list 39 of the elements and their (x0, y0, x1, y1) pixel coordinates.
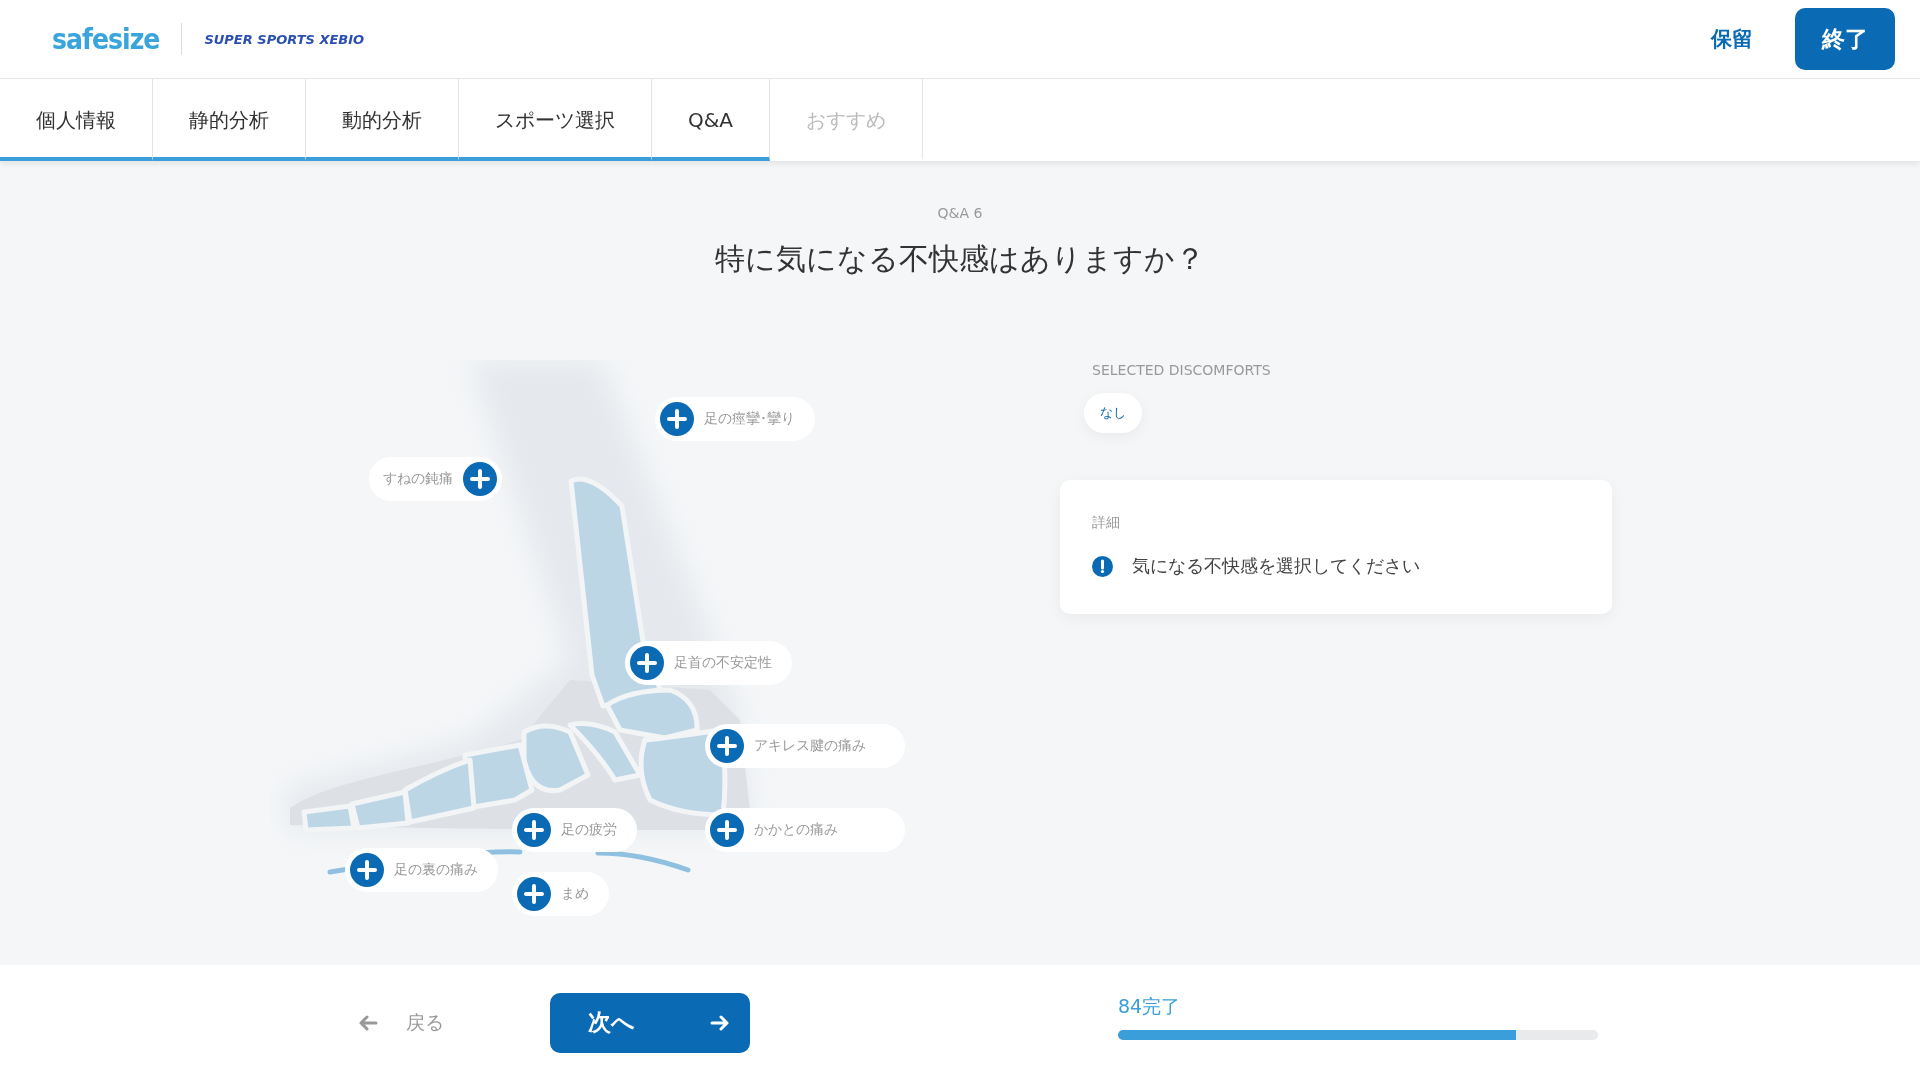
safesize-logo: safesize (52, 22, 160, 56)
discomfort-pin[interactable]: アキレス腱の痛み (705, 724, 905, 768)
partner-logo: SUPER SPORTS XEBIO (204, 31, 365, 47)
plus-icon (463, 462, 497, 496)
plus-icon (660, 402, 694, 436)
foot-bone (521, 723, 591, 794)
tab[interactable]: 動的分析 (306, 79, 459, 161)
progress-label: 84完了 (1118, 993, 1182, 1019)
discomfort-pin[interactable]: 足の裏の痛み (345, 848, 498, 892)
question-title: 特に気になる不快感はありますか？ (715, 240, 1205, 278)
discomfort-pin[interactable]: まめ (512, 872, 609, 916)
discomfort-chip: なし (1084, 393, 1142, 433)
hold-button[interactable]: 保留 (1711, 21, 1753, 57)
detail-heading: 詳細 (1092, 514, 1121, 532)
tab[interactable]: Q&A (652, 79, 771, 161)
plus-icon (517, 813, 551, 847)
discomfort-pin[interactable]: かかとの痛み (705, 808, 905, 852)
finish-button[interactable]: 終了 (1795, 8, 1895, 70)
plus-icon (710, 729, 744, 763)
plus-icon (710, 813, 744, 847)
foot-bone (301, 803, 357, 833)
back-button[interactable]: 戻る (352, 1008, 450, 1037)
arrow-left-icon (358, 1014, 378, 1031)
next-button[interactable]: 次へ (550, 992, 750, 1053)
discomfort-pin[interactable]: すねの鈍痛 (369, 457, 502, 501)
detail-message: 気になる不快感を選択してください (1132, 554, 1420, 578)
tab[interactable]: 個人情報 (0, 79, 153, 161)
plus-icon (630, 646, 664, 680)
arrow-right-icon (710, 1013, 730, 1032)
question-step: Q&A 6 (937, 205, 983, 221)
tab[interactable]: 静的分析 (153, 79, 306, 161)
tab[interactable]: スポーツ選択 (459, 79, 652, 161)
section-heading: SELECTED DISCOMFORTS (1092, 362, 1271, 378)
discomfort-pin[interactable]: 足首の不安定性 (625, 641, 792, 685)
plus-icon (517, 877, 551, 911)
discomfort-pin[interactable]: 足の疲労 (512, 808, 637, 852)
info-icon (1092, 555, 1113, 577)
plus-icon (350, 853, 384, 887)
discomfort-pin[interactable]: 足の痙攣･攣り (655, 397, 815, 441)
